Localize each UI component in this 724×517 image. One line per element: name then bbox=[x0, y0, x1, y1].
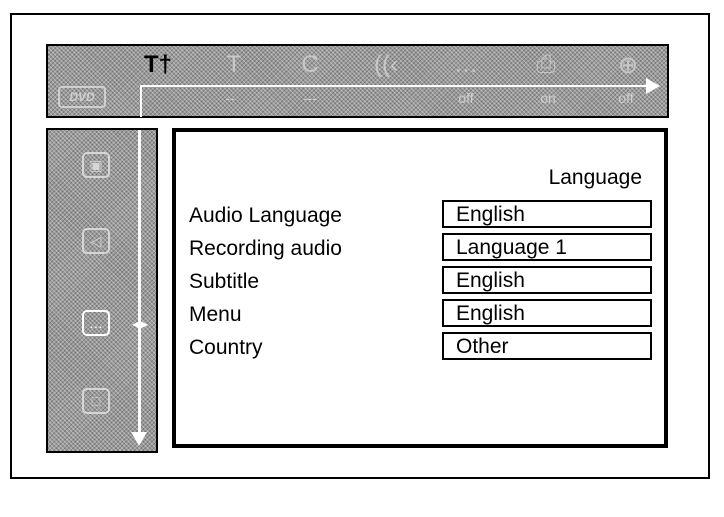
picture-icon[interactable]: ▣ bbox=[82, 152, 110, 178]
zoom-value: off bbox=[618, 90, 634, 106]
left-right-arrows-icon: ◂▸ bbox=[131, 316, 149, 333]
subtitle-value: off bbox=[458, 90, 474, 106]
dvd-logo: DVD bbox=[58, 86, 106, 108]
recording-audio-label: Recording audio bbox=[189, 237, 342, 260]
language-settings-panel: Language Audio Language English Recordin… bbox=[172, 128, 668, 448]
language-icon[interactable]: … bbox=[82, 310, 110, 336]
audio-language-field[interactable]: English bbox=[442, 200, 652, 228]
arrow-down-icon bbox=[131, 432, 147, 446]
settings-sidebar: ▣ ◁ … □ ◂▸ bbox=[46, 128, 158, 453]
tools-icon[interactable]: T† bbox=[140, 50, 176, 80]
sidebar-divider bbox=[138, 130, 141, 440]
top-menu-bar: T† T C ((‹ … ⎙ ⊕ DVD -- --- off on off bbox=[46, 44, 669, 118]
subtitle-field[interactable]: English bbox=[442, 266, 652, 294]
audio-language-label: Audio Language bbox=[189, 204, 342, 227]
sound-icon[interactable]: ◁ bbox=[82, 228, 110, 254]
chapter-icon[interactable]: C bbox=[292, 50, 328, 80]
menu-field[interactable]: English bbox=[442, 299, 652, 327]
menu-divider bbox=[140, 85, 650, 87]
camera-angle-icon[interactable]: ⎙ bbox=[528, 50, 564, 80]
recording-audio-field[interactable]: Language 1 bbox=[442, 233, 652, 261]
menu-label: Menu bbox=[189, 303, 242, 326]
zoom-icon[interactable]: ⊕ bbox=[610, 50, 646, 80]
angle-value: on bbox=[540, 90, 556, 106]
features-icon[interactable]: □ bbox=[82, 388, 110, 414]
chapter-value: --- bbox=[303, 90, 317, 106]
subtitle-icon[interactable]: … bbox=[448, 50, 484, 80]
menu-divider-vertical bbox=[140, 87, 142, 117]
panel-title: Language bbox=[548, 166, 642, 189]
audio-icon[interactable]: ((‹ bbox=[368, 50, 404, 80]
title-icon[interactable]: T bbox=[216, 50, 252, 80]
country-field[interactable]: Other bbox=[442, 332, 652, 360]
title-value: -- bbox=[225, 90, 235, 106]
country-label: Country bbox=[189, 336, 263, 359]
subtitle-label: Subtitle bbox=[189, 270, 260, 293]
